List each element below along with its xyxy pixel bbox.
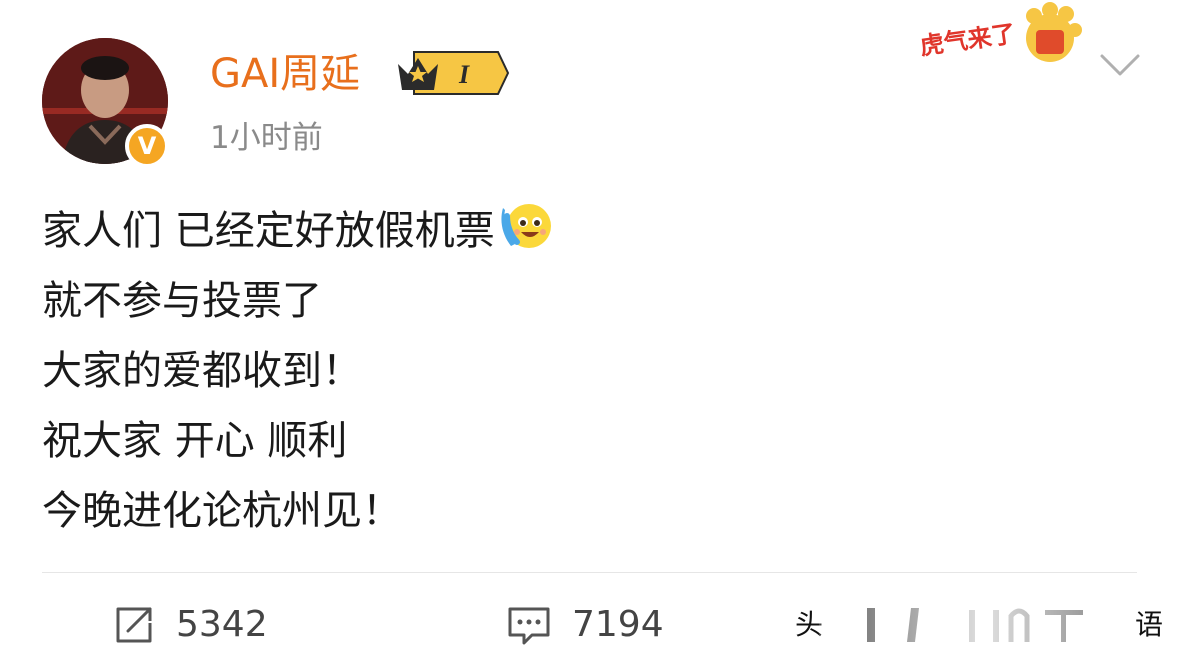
- tiger-paw-sticker: 虎气来了: [918, 2, 1082, 62]
- post-line-1: 家人们 已经定好放假机票: [42, 196, 1122, 266]
- comment-button[interactable]: 7194: [506, 600, 664, 650]
- action-bar: 5342 7194 头 语: [0, 590, 1179, 666]
- watermark-overlay: 头 语: [795, 600, 1165, 650]
- post-content: 家人们 已经定好放假机票 就不参与投票了 大家的爱都收到！ 祝大家 开心 顺利 …: [42, 196, 1122, 546]
- chevron-down-icon[interactable]: [1098, 50, 1142, 80]
- repost-count: 5342: [176, 604, 268, 645]
- post-line-3: 大家的爱都收到！: [42, 348, 362, 394]
- repost-icon: [116, 607, 152, 643]
- watermark-graphic: [819, 600, 1149, 650]
- post-line-4: 祝大家 开心 顺利: [42, 418, 348, 464]
- post-divider: [42, 572, 1137, 573]
- watermark-right-char: 语: [1135, 608, 1164, 641]
- vip-crown-badge[interactable]: I: [394, 50, 510, 96]
- tears-of-joy-emoji-icon: [501, 204, 551, 248]
- vip-level-text: I: [458, 60, 470, 89]
- post-line-1-text: 家人们 已经定好放假机票: [42, 208, 495, 254]
- post-line-2: 就不参与投票了: [42, 278, 322, 324]
- verified-badge: V: [125, 124, 169, 168]
- comment-count: 7194: [572, 604, 664, 645]
- post-line-5: 今晚进化论杭州见！: [42, 488, 402, 534]
- sticker-text: 虎气来了: [918, 19, 1017, 60]
- repost-button[interactable]: 5342: [112, 600, 268, 650]
- comment-icon: [508, 607, 550, 645]
- author-name[interactable]: GAI周延: [210, 48, 360, 100]
- post-time[interactable]: 1小时前: [210, 118, 323, 158]
